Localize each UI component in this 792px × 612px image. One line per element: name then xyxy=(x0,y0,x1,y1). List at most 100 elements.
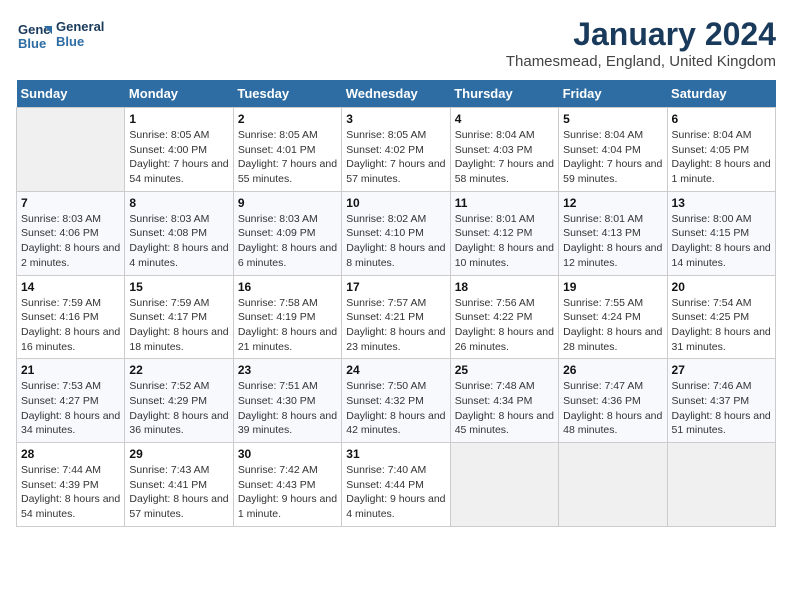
calendar-cell xyxy=(559,443,667,527)
calendar-cell: 24Sunrise: 7:50 AMSunset: 4:32 PMDayligh… xyxy=(342,359,450,443)
calendar-table: SundayMondayTuesdayWednesdayThursdayFrid… xyxy=(16,80,776,527)
day-info: Sunrise: 7:59 AMSunset: 4:17 PMDaylight:… xyxy=(129,296,228,355)
day-number: 6 xyxy=(672,112,771,126)
day-number: 3 xyxy=(346,112,445,126)
title-section: January 2024 Thamesmead, England, United… xyxy=(506,16,776,70)
day-info: Sunrise: 7:56 AMSunset: 4:22 PMDaylight:… xyxy=(455,296,554,355)
day-info: Sunrise: 7:54 AMSunset: 4:25 PMDaylight:… xyxy=(672,296,771,355)
calendar-cell xyxy=(17,108,125,192)
calendar-cell: 14 Sunrise: 7:59 AMSunset: 4:16 PMDayligh… xyxy=(17,275,125,359)
day-number: 16 xyxy=(238,280,337,294)
day-info: Sunrise: 7:42 AMSunset: 4:43 PMDaylight:… xyxy=(238,463,337,522)
day-info: Sunrise: 7:53 AMSunset: 4:27 PMDaylight:… xyxy=(21,379,120,438)
calendar-cell: 5 Sunrise: 8:04 AMSunset: 4:04 PMDaylight… xyxy=(559,108,667,192)
header-saturday: Saturday xyxy=(667,80,775,108)
calendar-cell: 1 Sunrise: 8:05 AMSunset: 4:00 PMDaylight… xyxy=(125,108,233,192)
calendar-cell xyxy=(667,443,775,527)
header-thursday: Thursday xyxy=(450,80,558,108)
day-number: 14 xyxy=(21,280,120,294)
day-number: 24 xyxy=(346,363,445,377)
day-info: Sunrise: 8:03 AMSunset: 4:08 PMDaylight:… xyxy=(129,212,228,271)
day-number: 4 xyxy=(455,112,554,126)
day-info: Sunrise: 7:57 AMSunset: 4:21 PMDaylight:… xyxy=(346,296,445,355)
calendar-cell: 4 Sunrise: 8:04 AMSunset: 4:03 PMDaylight… xyxy=(450,108,558,192)
day-number: 17 xyxy=(346,280,445,294)
day-info: Sunrise: 7:48 AMSunset: 4:34 PMDaylight:… xyxy=(455,379,554,438)
logo-icon: General Blue xyxy=(16,16,52,52)
day-info: Sunrise: 8:03 AMSunset: 4:06 PMDaylight:… xyxy=(21,212,120,271)
day-number: 20 xyxy=(672,280,771,294)
day-info: Sunrise: 8:04 AMSunset: 4:04 PMDaylight:… xyxy=(563,128,662,187)
day-info: Sunrise: 7:47 AMSunset: 4:36 PMDaylight:… xyxy=(563,379,662,438)
day-number: 5 xyxy=(563,112,662,126)
day-info: Sunrise: 8:05 AMSunset: 4:02 PMDaylight:… xyxy=(346,128,445,187)
day-number: 28 xyxy=(21,447,120,461)
calendar-cell: 20 Sunrise: 7:54 AMSunset: 4:25 PMDayligh… xyxy=(667,275,775,359)
day-number: 30 xyxy=(238,447,337,461)
calendar-cell: 19 Sunrise: 7:55 AMSunset: 4:24 PMDayligh… xyxy=(559,275,667,359)
day-number: 23 xyxy=(238,363,337,377)
day-info: Sunrise: 8:03 AMSunset: 4:09 PMDaylight:… xyxy=(238,212,337,271)
day-number: 8 xyxy=(129,196,228,210)
day-info: Sunrise: 8:04 AMSunset: 4:03 PMDaylight:… xyxy=(455,128,554,187)
calendar-week-3: 14 Sunrise: 7:59 AMSunset: 4:16 PMDayligh… xyxy=(17,275,776,359)
calendar-cell: 3 Sunrise: 8:05 AMSunset: 4:02 PMDaylight… xyxy=(342,108,450,192)
day-info: Sunrise: 8:00 AMSunset: 4:15 PMDaylight:… xyxy=(672,212,771,271)
day-info: Sunrise: 8:04 AMSunset: 4:05 PMDaylight:… xyxy=(672,128,771,187)
day-info: Sunrise: 7:58 AMSunset: 4:19 PMDaylight:… xyxy=(238,296,337,355)
day-number: 29 xyxy=(129,447,228,461)
day-number: 2 xyxy=(238,112,337,126)
day-info: Sunrise: 8:02 AMSunset: 4:10 PMDaylight:… xyxy=(346,212,445,271)
calendar-cell: 26 Sunrise: 7:47 AMSunset: 4:36 PMDayligh… xyxy=(559,359,667,443)
day-info: Sunrise: 7:44 AMSunset: 4:39 PMDaylight:… xyxy=(21,463,120,522)
calendar-cell: 16 Sunrise: 7:58 AMSunset: 4:19 PMDayligh… xyxy=(233,275,341,359)
header-friday: Friday xyxy=(559,80,667,108)
logo-text-line1: General xyxy=(56,19,104,34)
day-info: Sunrise: 8:01 AMSunset: 4:13 PMDaylight:… xyxy=(563,212,662,271)
day-info: Sunrise: 7:59 AMSunset: 4:16 PMDaylight:… xyxy=(21,296,120,355)
calendar-cell: 27 Sunrise: 7:46 AMSunset: 4:37 PMDayligh… xyxy=(667,359,775,443)
day-number: 22 xyxy=(129,363,228,377)
header-monday: Monday xyxy=(125,80,233,108)
svg-text:General: General xyxy=(18,22,52,37)
calendar-week-5: 28 Sunrise: 7:44 AMSunset: 4:39 PMDayligh… xyxy=(17,443,776,527)
day-info: Sunrise: 8:05 AMSunset: 4:01 PMDaylight:… xyxy=(238,128,337,187)
calendar-cell: 6 Sunrise: 8:04 AMSunset: 4:05 PMDaylight… xyxy=(667,108,775,192)
day-number: 7 xyxy=(21,196,120,210)
calendar-cell: 13Sunrise: 8:00 AMSunset: 4:15 PMDayligh… xyxy=(667,191,775,275)
calendar-cell xyxy=(450,443,558,527)
day-number: 27 xyxy=(672,363,771,377)
day-number: 18 xyxy=(455,280,554,294)
day-number: 1 xyxy=(129,112,228,126)
day-info: Sunrise: 7:40 AMSunset: 4:44 PMDaylight:… xyxy=(346,463,445,522)
day-number: 26 xyxy=(563,363,662,377)
calendar-header-row: SundayMondayTuesdayWednesdayThursdayFrid… xyxy=(17,80,776,108)
day-info: Sunrise: 7:46 AMSunset: 4:37 PMDaylight:… xyxy=(672,379,771,438)
logo: General Blue General Blue xyxy=(16,16,104,52)
location-subtitle: Thamesmead, England, United Kingdom xyxy=(506,53,776,70)
calendar-cell: 23Sunrise: 7:51 AMSunset: 4:30 PMDayligh… xyxy=(233,359,341,443)
day-info: Sunrise: 7:43 AMSunset: 4:41 PMDaylight:… xyxy=(129,463,228,522)
calendar-week-2: 7 Sunrise: 8:03 AMSunset: 4:06 PMDaylight… xyxy=(17,191,776,275)
day-info: Sunrise: 8:05 AMSunset: 4:00 PMDaylight:… xyxy=(129,128,228,187)
calendar-cell: 18 Sunrise: 7:56 AMSunset: 4:22 PMDayligh… xyxy=(450,275,558,359)
header-wednesday: Wednesday xyxy=(342,80,450,108)
calendar-cell: 30 Sunrise: 7:42 AMSunset: 4:43 PMDayligh… xyxy=(233,443,341,527)
calendar-cell: 12 Sunrise: 8:01 AMSunset: 4:13 PMDayligh… xyxy=(559,191,667,275)
svg-text:Blue: Blue xyxy=(18,36,46,51)
page-header: General Blue General Blue January 2024 T… xyxy=(16,16,776,70)
day-number: 19 xyxy=(563,280,662,294)
day-number: 12 xyxy=(563,196,662,210)
calendar-cell: 22 Sunrise: 7:52 AMSunset: 4:29 PMDayligh… xyxy=(125,359,233,443)
day-info: Sunrise: 7:52 AMSunset: 4:29 PMDaylight:… xyxy=(129,379,228,438)
day-info: Sunrise: 7:55 AMSunset: 4:24 PMDaylight:… xyxy=(563,296,662,355)
calendar-cell: 7 Sunrise: 8:03 AMSunset: 4:06 PMDaylight… xyxy=(17,191,125,275)
calendar-week-4: 21 Sunrise: 7:53 AMSunset: 4:27 PMDayligh… xyxy=(17,359,776,443)
day-number: 21 xyxy=(21,363,120,377)
calendar-cell: 11Sunrise: 8:01 AMSunset: 4:12 PMDayligh… xyxy=(450,191,558,275)
calendar-cell: 2 Sunrise: 8:05 AMSunset: 4:01 PMDaylight… xyxy=(233,108,341,192)
calendar-week-1: 1 Sunrise: 8:05 AMSunset: 4:00 PMDaylight… xyxy=(17,108,776,192)
month-year-title: January 2024 xyxy=(506,16,776,53)
day-number: 11 xyxy=(455,196,554,210)
day-number: 31 xyxy=(346,447,445,461)
